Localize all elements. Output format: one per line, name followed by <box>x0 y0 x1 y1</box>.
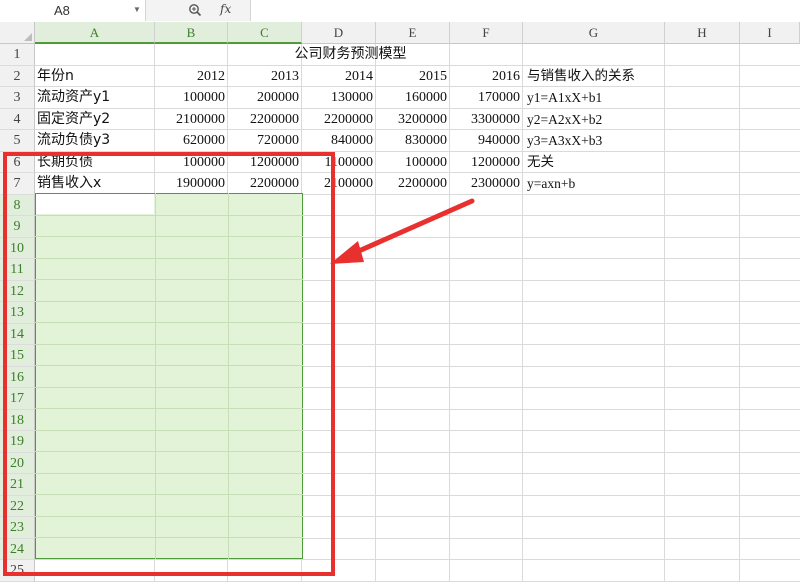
cell-relation[interactable]: 无关 <box>525 152 666 173</box>
cell-year[interactable]: 2014 <box>304 66 375 87</box>
cell-value[interactable]: 2300000 <box>452 173 522 194</box>
cell-relation[interactable]: y1=A1xX+b1 <box>525 87 666 108</box>
cell-value[interactable]: 3300000 <box>452 109 522 130</box>
column-header-h[interactable]: H <box>665 22 740 44</box>
cell-title[interactable]: 公司财务预测模型 <box>37 44 664 65</box>
row-header-2[interactable]: 2 <box>0 65 35 87</box>
cell-value[interactable]: 160000 <box>378 87 449 108</box>
formula-bar: A8 ▼ fx <box>0 0 800 23</box>
column-header-g[interactable]: G <box>523 22 665 44</box>
cell-value[interactable]: 130000 <box>304 87 375 108</box>
fx-icon[interactable]: fx <box>220 2 231 16</box>
cell-year[interactable]: 2013 <box>230 66 301 87</box>
row-header-1[interactable]: 1 <box>0 44 35 66</box>
cell-value[interactable]: 200000 <box>230 87 301 108</box>
row-header-5[interactable]: 5 <box>0 130 35 152</box>
cell-value[interactable]: 2200000 <box>378 173 449 194</box>
cell-value[interactable]: 100000 <box>378 152 449 173</box>
chevron-down-icon[interactable]: ▼ <box>133 5 141 14</box>
column-header-i[interactable]: I <box>740 22 800 44</box>
cell-year[interactable]: 2016 <box>452 66 522 87</box>
gridline-horizontal <box>35 580 800 582</box>
cell-row-label[interactable]: 流动资产y1 <box>37 87 154 108</box>
column-header-a[interactable]: A <box>35 22 155 44</box>
cell-year-label[interactable]: 年份n <box>37 66 154 87</box>
cell-relation[interactable]: y2=A2xX+b2 <box>525 109 666 130</box>
formula-input[interactable] <box>251 0 800 21</box>
cell-value[interactable]: 830000 <box>378 130 449 151</box>
gridline-vertical <box>522 44 523 582</box>
row-header-4[interactable]: 4 <box>0 108 35 130</box>
select-all-corner[interactable] <box>0 22 35 44</box>
cell-value[interactable]: 2100000 <box>157 109 227 130</box>
cell-value[interactable]: 2200000 <box>304 109 375 130</box>
annotation-highlight-box <box>3 152 335 576</box>
cell-value[interactable]: 170000 <box>452 87 522 108</box>
cell-value[interactable]: 720000 <box>230 130 301 151</box>
name-box-value: A8 <box>54 3 70 18</box>
cell-relation-header[interactable]: 与销售收入的关系 <box>525 66 666 87</box>
column-header-c[interactable]: C <box>228 22 302 44</box>
column-header-d[interactable]: D <box>302 22 376 44</box>
gridline-vertical <box>449 44 450 582</box>
cell-value[interactable]: 620000 <box>157 130 227 151</box>
column-header-e[interactable]: E <box>376 22 450 44</box>
cell-value[interactable]: 100000 <box>157 87 227 108</box>
cell-value[interactable]: 940000 <box>452 130 522 151</box>
cell-row-label[interactable]: 流动负债y3 <box>37 130 154 151</box>
gridline-vertical <box>375 44 376 582</box>
cell-relation[interactable]: y3=A3xX+b3 <box>525 130 666 151</box>
zoom-icon[interactable] <box>188 3 202 17</box>
cell-value[interactable]: 3200000 <box>378 109 449 130</box>
formula-buttons: fx <box>146 0 251 21</box>
cell-year[interactable]: 2015 <box>378 66 449 87</box>
cell-year[interactable]: 2012 <box>157 66 227 87</box>
name-box[interactable]: A8 ▼ <box>0 0 146 21</box>
cell-value[interactable]: 840000 <box>304 130 375 151</box>
cell-value[interactable]: 2200000 <box>230 109 301 130</box>
cell-relation[interactable]: y=axn+b <box>525 173 666 194</box>
column-header-b[interactable]: B <box>155 22 228 44</box>
gridline-vertical <box>739 44 740 582</box>
row-header-3[interactable]: 3 <box>0 87 35 109</box>
cell-value[interactable]: 1200000 <box>452 152 522 173</box>
cell-row-label[interactable]: 固定资产y2 <box>37 109 154 130</box>
column-header-f[interactable]: F <box>450 22 523 44</box>
